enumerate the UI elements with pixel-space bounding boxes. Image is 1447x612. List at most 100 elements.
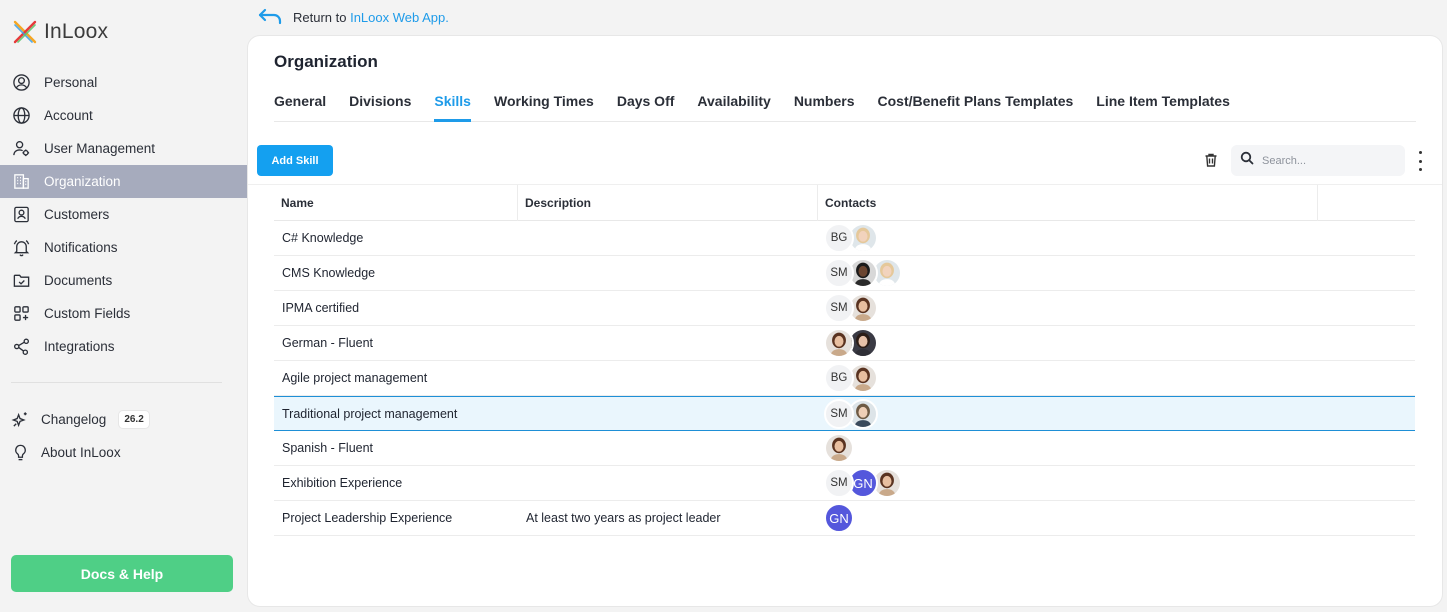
cell-skill-name: Spanish - Fluent [282, 441, 374, 455]
cell-contacts: SM [818, 397, 1318, 430]
column-header-contacts[interactable]: Contacts [818, 185, 1318, 221]
cell-empty [1318, 221, 1415, 255]
column-header-description[interactable]: Description [518, 185, 818, 221]
table-row[interactable]: Traditional project management SM [274, 396, 1415, 431]
sidebar-item-customers[interactable]: Customers [0, 198, 247, 231]
return-arrow-icon [258, 7, 284, 28]
sidebar-item-account[interactable]: Account [0, 99, 247, 132]
sidebar-item-user-management[interactable]: User Management [0, 132, 247, 165]
tab-cost-benefit-plans-templates[interactable]: Cost/Benefit Plans Templates [878, 93, 1074, 122]
sidebar-item-custom-fields[interactable]: Custom Fields [0, 297, 247, 330]
cell-skill-name: CMS Knowledge [282, 266, 376, 280]
sidebar-item-label: Account [44, 108, 93, 123]
tab-divisions[interactable]: Divisions [349, 93, 411, 122]
sidebar-nav: Personal Account User Management Organiz… [0, 66, 247, 363]
return-app-link[interactable]: InLoox Web App. [350, 10, 449, 25]
table-row[interactable]: IPMA certified SM [274, 291, 1415, 326]
sidebar-item-changelog[interactable]: Changelog 26.2 [0, 403, 247, 436]
trash-icon[interactable] [1203, 152, 1219, 168]
tab-line-item-templates[interactable]: Line Item Templates [1096, 93, 1230, 122]
table-body: C# Knowledge BG CMS Knowledge SM IPMA certif… [274, 221, 1415, 536]
grid-plus-icon [11, 304, 31, 324]
more-options-icon[interactable] [1416, 151, 1424, 171]
avatar-initials[interactable]: SM [824, 258, 854, 288]
avatar-initials[interactable]: SM [824, 398, 854, 429]
tab-days-off[interactable]: Days Off [617, 93, 675, 122]
table-header: Name Description Contacts [274, 185, 1415, 221]
cell-skill-name: Agile project management [282, 371, 428, 385]
skills-table: Name Description Contacts C# Knowledge BG… [274, 185, 1415, 536]
return-link[interactable]: Return to InLoox Web App. [258, 7, 449, 28]
avatar-initials[interactable]: BG [824, 223, 854, 253]
sidebar-item-organization[interactable]: Organization [0, 165, 247, 198]
cell-skill-name: Project Leadership Experience [282, 511, 453, 525]
bell-icon [11, 238, 31, 258]
table-row[interactable]: CMS Knowledge SM [274, 256, 1415, 291]
tab-working-times[interactable]: Working Times [494, 93, 594, 122]
table-row[interactable]: Exhibition Experience SM GN [274, 466, 1415, 501]
avatar-initials[interactable]: BG [824, 363, 854, 393]
tab-general[interactable]: General [274, 93, 326, 122]
cell-contacts [818, 326, 1318, 360]
table-row[interactable]: C# Knowledge BG [274, 221, 1415, 256]
page-title: Organization [274, 52, 378, 71]
add-skill-button[interactable]: Add Skill [257, 145, 333, 176]
tab-skills[interactable]: Skills [434, 93, 471, 122]
search-icon [1240, 151, 1254, 170]
lightbulb-icon [10, 443, 30, 463]
return-prefix: Return to [293, 10, 351, 25]
sidebar-item-documents[interactable]: Documents [0, 264, 247, 297]
table-row[interactable]: German - Fluent [274, 326, 1415, 361]
cell-description [518, 361, 818, 395]
search-input[interactable] [1262, 154, 1392, 167]
table-row[interactable]: Project Leadership Experience At least tw… [274, 501, 1415, 536]
column-header-name[interactable]: Name [274, 185, 518, 221]
sidebar: InLoox Personal Account User Management … [0, 0, 247, 612]
sidebar-item-label: Organization [44, 174, 121, 189]
tab-numbers[interactable]: Numbers [794, 93, 855, 122]
table-row[interactable]: Agile project management BG [274, 361, 1415, 396]
sidebar-item-label: Integrations [44, 339, 115, 354]
avatar-initials[interactable]: GN [824, 503, 854, 533]
sidebar-item-label: Changelog [41, 412, 107, 427]
cell-empty [1318, 397, 1415, 430]
sidebar-item-notifications[interactable]: Notifications [0, 231, 247, 264]
search-box[interactable] [1231, 145, 1405, 176]
cell-skill-name: Exhibition Experience [282, 476, 403, 490]
globe-icon [11, 106, 31, 126]
version-badge: 26.2 [119, 411, 149, 428]
cell-description [518, 431, 818, 465]
avatar-initials[interactable]: SM [824, 293, 854, 323]
cell-empty [1318, 256, 1415, 290]
cell-empty [1318, 501, 1415, 535]
docs-help-button[interactable]: Docs & Help [11, 555, 233, 592]
avatar-photo[interactable] [824, 433, 854, 463]
cell-empty [1318, 291, 1415, 325]
sidebar-item-personal[interactable]: Personal [0, 66, 247, 99]
cell-skill-name: C# Knowledge [282, 231, 364, 245]
user-circle-icon [11, 73, 31, 93]
folder-check-icon [11, 271, 31, 291]
column-header-empty [1318, 185, 1415, 221]
tab-availability[interactable]: Availability [697, 93, 770, 122]
cell-description [518, 221, 818, 255]
share-nodes-icon [11, 337, 31, 357]
table-row[interactable]: Spanish - Fluent [274, 431, 1415, 466]
cell-empty [1318, 466, 1415, 500]
brand-logo[interactable]: InLoox [12, 19, 108, 45]
tab-bar: General Divisions Skills Working Times D… [274, 93, 1416, 122]
cell-contacts: GN [818, 501, 1318, 535]
sidebar-item-integrations[interactable]: Integrations [0, 330, 247, 363]
main-card: Organization General Divisions Skills Wo… [248, 36, 1442, 606]
cell-description: At least two years as project leader [526, 511, 721, 525]
avatar-initials[interactable]: SM [824, 468, 854, 498]
cell-skill-name: Traditional project management [282, 406, 458, 421]
cell-empty [1318, 361, 1415, 395]
avatar-photo[interactable] [824, 328, 854, 358]
sparkle-icon [10, 410, 30, 430]
building-icon [11, 172, 31, 192]
sidebar-item-label: Documents [44, 273, 113, 288]
sidebar-item-about[interactable]: About InLoox [0, 436, 247, 469]
sidebar-divider [11, 382, 222, 383]
cell-contacts: BG [818, 361, 1318, 395]
